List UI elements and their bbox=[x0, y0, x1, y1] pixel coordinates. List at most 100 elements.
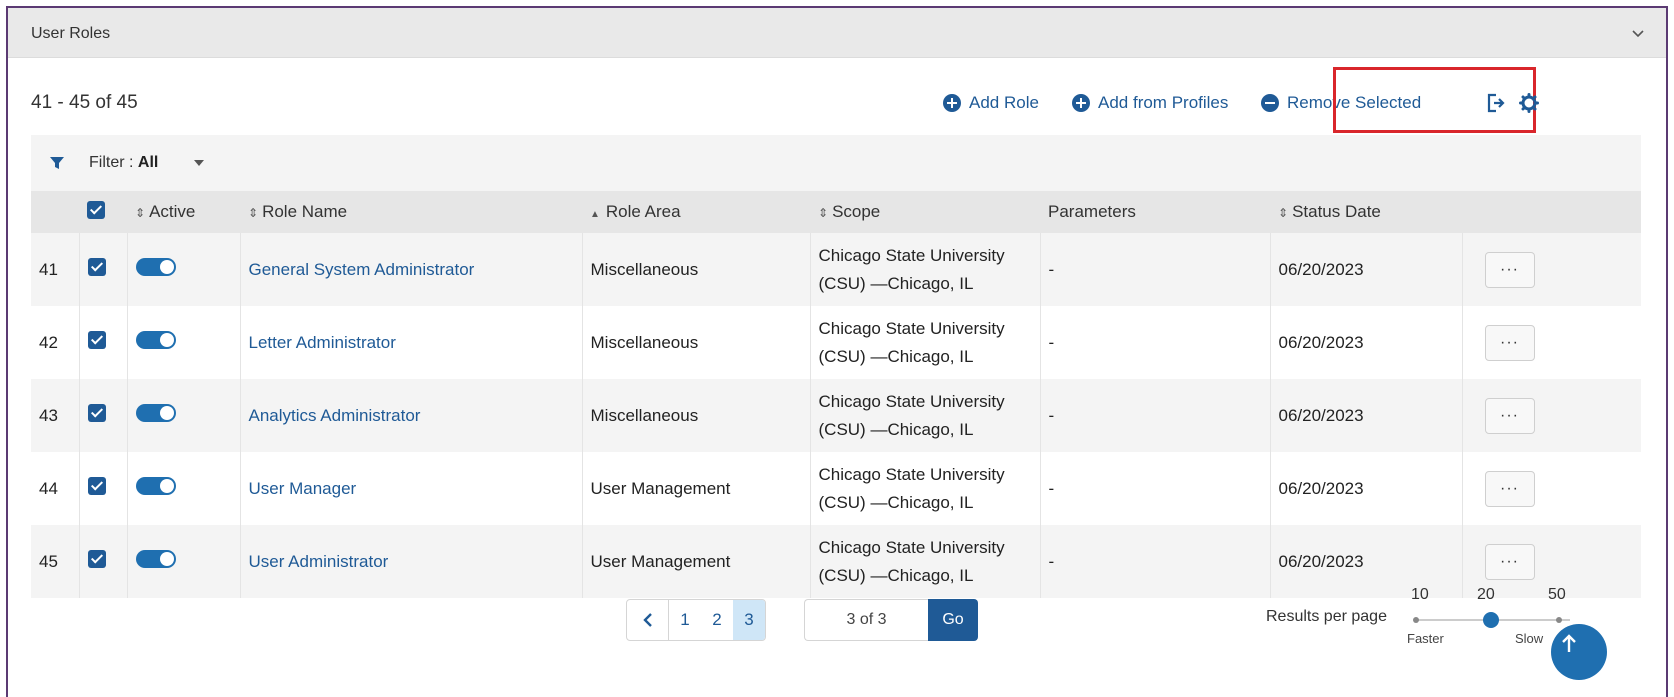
actions-cell: ··· bbox=[1462, 379, 1641, 452]
parameters-cell: - bbox=[1040, 379, 1271, 452]
rpp-option-50[interactable]: 50 bbox=[1548, 586, 1566, 604]
row-checkbox-cell[interactable] bbox=[79, 233, 128, 306]
parameters-cell: - bbox=[1040, 525, 1271, 598]
slider-stop bbox=[1413, 617, 1419, 623]
role-name-cell: General System Administrator bbox=[240, 233, 583, 306]
actions-cell: ··· bbox=[1462, 452, 1641, 525]
active-toggle[interactable] bbox=[135, 258, 176, 276]
page-1-button[interactable]: 1 bbox=[669, 600, 701, 640]
row-checkbox-cell[interactable] bbox=[79, 306, 128, 379]
scroll-to-top-button[interactable] bbox=[1551, 624, 1607, 680]
filter-icon bbox=[50, 157, 64, 169]
status-date-cell: 06/20/2023 bbox=[1270, 379, 1463, 452]
minus-circle-icon bbox=[1261, 94, 1279, 112]
header-status-date[interactable]: ⇕ Status Date bbox=[1270, 191, 1462, 233]
row-number: 44 bbox=[31, 452, 80, 525]
role-area-cell: User Management bbox=[582, 452, 811, 525]
row-more-button[interactable]: ··· bbox=[1484, 470, 1535, 507]
parameters-cell: - bbox=[1040, 233, 1271, 306]
add-from-profiles-label: Add from Profiles bbox=[1098, 93, 1229, 112]
add-role-label: Add Role bbox=[969, 93, 1039, 112]
active-cell bbox=[127, 306, 241, 379]
row-checkbox-cell[interactable] bbox=[79, 379, 128, 452]
filter-value: All bbox=[137, 154, 159, 171]
scope-cell: Chicago State University (CSU) —Chicago, … bbox=[810, 525, 1041, 598]
row-number: 42 bbox=[31, 306, 80, 379]
row-more-button[interactable]: ··· bbox=[1484, 543, 1535, 580]
role-name-link[interactable]: Letter Administrator bbox=[249, 333, 396, 352]
header-parameters: Parameters bbox=[1040, 191, 1270, 233]
role-name-cell: Letter Administrator bbox=[240, 306, 583, 379]
sort-icon: ⇕ bbox=[248, 206, 259, 220]
row-more-button[interactable]: ··· bbox=[1484, 397, 1535, 434]
status-date-cell: 06/20/2023 bbox=[1270, 525, 1463, 598]
caret-down-icon[interactable] bbox=[194, 160, 204, 166]
chevron-down-icon[interactable] bbox=[1630, 25, 1646, 41]
row-checkbox[interactable] bbox=[87, 477, 106, 495]
section-header[interactable]: User Roles bbox=[8, 8, 1666, 58]
sort-icon: ⇕ bbox=[135, 206, 146, 220]
previous-page-button[interactable] bbox=[627, 600, 669, 640]
slider-stop bbox=[1556, 617, 1562, 623]
row-checkbox[interactable] bbox=[87, 404, 106, 422]
active-toggle[interactable] bbox=[135, 331, 176, 349]
header-active[interactable]: ⇕ Active bbox=[127, 191, 240, 233]
row-checkbox-cell[interactable] bbox=[79, 525, 128, 598]
rpp-option-10[interactable]: 10 bbox=[1411, 586, 1429, 604]
gear-icon[interactable] bbox=[1518, 92, 1540, 114]
table-row: 44 User Manager User Management Chicago … bbox=[31, 452, 1641, 525]
plus-circle-icon bbox=[1072, 94, 1090, 112]
results-count: 41 - 45 of 45 bbox=[31, 92, 138, 113]
filter-dropdown[interactable]: Filter : All bbox=[89, 154, 158, 172]
active-cell bbox=[127, 525, 241, 598]
select-all-checkbox[interactable] bbox=[87, 200, 105, 219]
roles-table: ⇕ Active ⇕ Role Name ▲ Role Area ⇕ Scope Par… bbox=[31, 191, 1641, 598]
role-name-cell: Analytics Administrator bbox=[240, 379, 583, 452]
role-area-cell: User Management bbox=[582, 525, 811, 598]
row-number: 41 bbox=[31, 233, 80, 306]
sort-icon: ⇕ bbox=[1278, 206, 1289, 220]
goto-page-input[interactable] bbox=[804, 599, 928, 641]
table-row: 43 Analytics Administrator Miscellaneous… bbox=[31, 379, 1641, 452]
role-name-cell: User Manager bbox=[240, 452, 583, 525]
page-2-button[interactable]: 2 bbox=[701, 600, 733, 640]
header-role-name[interactable]: ⇕ Role Name bbox=[240, 191, 582, 233]
rpp-option-20[interactable]: 20 bbox=[1477, 586, 1495, 604]
scope-cell: Chicago State University (CSU) —Chicago, … bbox=[810, 306, 1041, 379]
scope-cell: Chicago State University (CSU) —Chicago, … bbox=[810, 233, 1041, 306]
row-checkbox[interactable] bbox=[87, 331, 106, 349]
row-checkbox[interactable] bbox=[87, 550, 106, 568]
slider-handle[interactable] bbox=[1483, 612, 1499, 628]
row-more-button[interactable]: ··· bbox=[1484, 251, 1535, 288]
active-cell bbox=[127, 233, 241, 306]
active-toggle[interactable] bbox=[135, 477, 176, 495]
status-date-cell: 06/20/2023 bbox=[1270, 306, 1463, 379]
role-name-link[interactable]: User Manager bbox=[249, 479, 357, 498]
role-name-link[interactable]: Analytics Administrator bbox=[249, 406, 421, 425]
parameters-cell: - bbox=[1040, 452, 1271, 525]
table-row: 42 Letter Administrator Miscellaneous Ch… bbox=[31, 306, 1641, 379]
scope-cell: Chicago State University (CSU) —Chicago, … bbox=[810, 379, 1041, 452]
table-row: 41 General System Administrator Miscella… bbox=[31, 233, 1641, 306]
role-area-cell: Miscellaneous bbox=[582, 379, 811, 452]
add-role-button[interactable]: Add Role bbox=[943, 88, 1039, 118]
plus-circle-icon bbox=[943, 94, 961, 112]
active-toggle[interactable] bbox=[135, 550, 176, 568]
status-date-cell: 06/20/2023 bbox=[1270, 452, 1463, 525]
export-icon[interactable] bbox=[1484, 92, 1506, 114]
header-role-area[interactable]: ▲ Role Area bbox=[582, 191, 810, 233]
row-checkbox-cell[interactable] bbox=[79, 452, 128, 525]
header-select-all[interactable] bbox=[79, 191, 127, 233]
row-checkbox[interactable] bbox=[87, 258, 106, 276]
header-scope[interactable]: ⇕ Scope bbox=[810, 191, 1040, 233]
actions-cell: ··· bbox=[1462, 233, 1641, 306]
go-button[interactable]: Go bbox=[928, 599, 978, 641]
active-toggle[interactable] bbox=[135, 404, 176, 422]
status-date-cell: 06/20/2023 bbox=[1270, 233, 1463, 306]
row-more-button[interactable]: ··· bbox=[1484, 324, 1535, 361]
active-cell bbox=[127, 379, 241, 452]
role-name-link[interactable]: User Administrator bbox=[249, 552, 389, 571]
page-3-button[interactable]: 3 bbox=[733, 600, 765, 640]
role-name-link[interactable]: General System Administrator bbox=[249, 260, 475, 279]
add-from-profiles-button[interactable]: Add from Profiles bbox=[1072, 88, 1228, 118]
